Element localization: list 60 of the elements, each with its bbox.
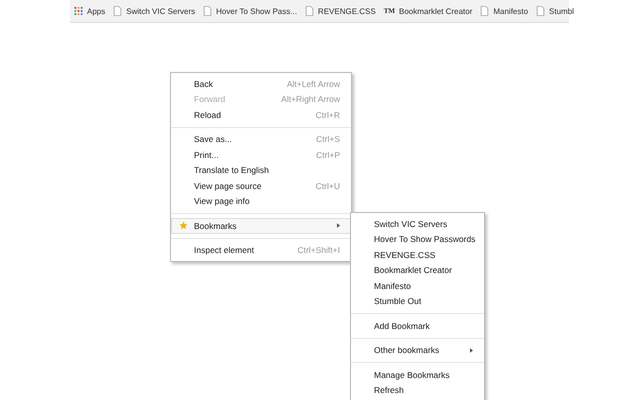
menu-label: Manifesto — [374, 280, 412, 291]
menu-item[interactable]: Manage Bookmarks — [351, 367, 484, 382]
menu-item[interactable]: Other bookmarks — [351, 342, 484, 358]
submenu-arrow-icon — [470, 348, 473, 353]
menu-label: Reload — [194, 110, 222, 120]
menu-label: View page source — [194, 180, 262, 191]
menu-item[interactable]: View page info — [171, 194, 351, 209]
menu-label: Bookmarklet Creator — [374, 265, 453, 276]
shortcut-text: Ctrl+S — [316, 134, 340, 144]
submenu-arrow-icon — [337, 223, 340, 228]
menu-item[interactable]: View page source Ctrl+U — [171, 178, 351, 194]
menu-item[interactable]: Hover To Show Passwords — [351, 232, 484, 247]
menu-item[interactable]: Save as... Ctrl+S — [171, 132, 351, 147]
shortcut-text: Alt+Right Arrow — [281, 94, 340, 104]
page-icon — [113, 6, 122, 16]
page-icon — [536, 6, 546, 16]
page-icon — [480, 6, 490, 16]
menu-label: Switch VIC Servers — [374, 218, 448, 229]
menu-label: Translate to English — [194, 165, 270, 176]
bookmark-link[interactable]: Manifesto — [480, 6, 528, 16]
page-icon — [304, 6, 314, 16]
bookmark-link[interactable]: Stumbl — [536, 6, 574, 16]
menu-item[interactable]: Inspect element Ctrl+Shift+I — [171, 242, 351, 258]
menu-label: REVENGE.CSS — [374, 250, 436, 260]
menu-item[interactable]: Refresh — [351, 382, 484, 398]
menu-label: Hover To Show Passwords — [374, 234, 476, 244]
menu-label: Inspect element — [194, 245, 256, 256]
shortcut-text: Ctrl+P — [316, 150, 340, 160]
bookmark-link[interactable]: Switch VIC Servers — [113, 6, 196, 16]
menu-item[interactable]: Stumble Out — [351, 294, 484, 309]
page-icon — [203, 6, 212, 16]
grid-icon — [74, 6, 83, 16]
menu-label: Refresh — [374, 385, 405, 396]
menu-label: Other bookmarks — [374, 345, 440, 356]
menu-label: Bookmarks — [194, 220, 238, 231]
menu-label: Manage Bookmarks — [374, 370, 451, 380]
menu-item[interactable]: Switch VIC Servers — [351, 216, 484, 232]
menu-label: Add Bookmark — [374, 320, 431, 331]
menu-label: Print... — [194, 150, 220, 160]
shortcut-text: Ctrl+U — [316, 180, 340, 191]
menu-item[interactable]: Bookmarklet Creator — [351, 262, 484, 278]
menu-label: Back — [194, 78, 214, 89]
bookmark-link[interactable]: Hover To Show Pass... — [203, 6, 297, 16]
menu-item[interactable]: Manifesto — [351, 278, 484, 294]
shortcut-text: Ctrl+R — [316, 110, 340, 120]
menu-item[interactable]: Reload Ctrl+R — [171, 107, 351, 122]
menu-item[interactable]: Back Alt+Left Arrow — [171, 76, 351, 92]
menu-label: Forward — [194, 94, 226, 104]
shortcut-text: Ctrl+Shift+I — [297, 245, 340, 256]
menu-item[interactable]: Bookmarks — [171, 218, 351, 234]
menu-label: View page info — [194, 196, 251, 206]
menu-label: Save as... — [194, 134, 233, 144]
menu-item[interactable]: REVENGE.CSS — [351, 247, 484, 262]
bookmark-link[interactable]: Apps — [74, 6, 106, 16]
menu-item[interactable]: Translate to English — [171, 162, 351, 178]
menu-item[interactable]: Print... Ctrl+P — [171, 147, 351, 162]
shortcut-text: Alt+Left Arrow — [286, 78, 340, 89]
menu-item[interactable]: Add Bookmark — [351, 318, 484, 334]
menu-label: Stumble Out — [374, 296, 422, 306]
bookmark-link[interactable]: REVENGE.CSS — [304, 6, 376, 16]
